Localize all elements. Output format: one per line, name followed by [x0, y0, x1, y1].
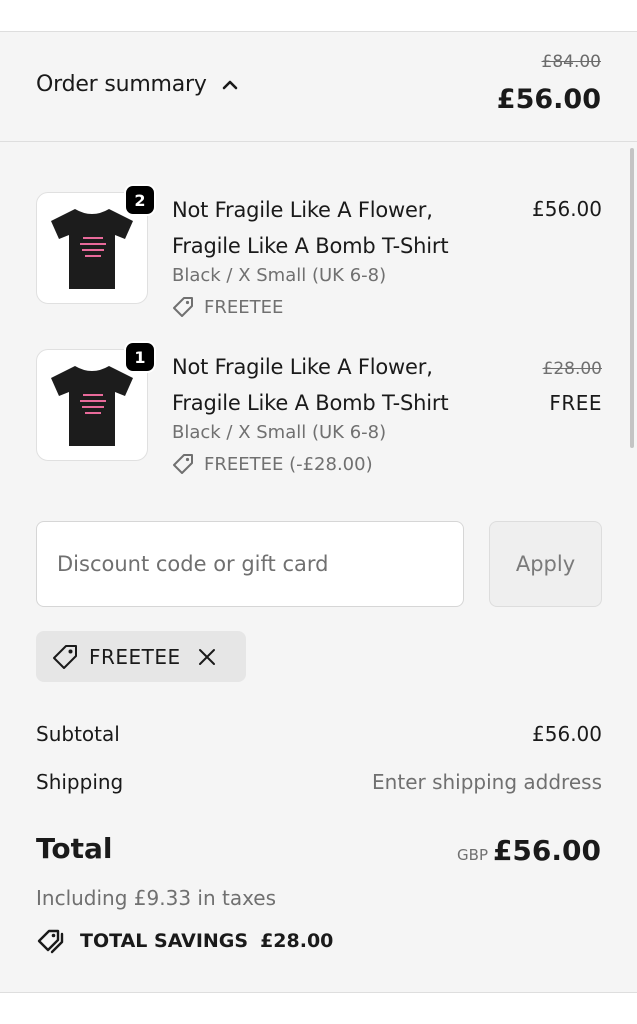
discount-code-input[interactable] — [36, 521, 464, 607]
close-icon — [198, 648, 215, 665]
tag-icon — [53, 644, 77, 669]
item-discount-code: FREETEE — [204, 296, 284, 318]
scrollbar[interactable] — [630, 148, 634, 448]
item-discount-code: FREETEE (-£28.00) — [204, 453, 373, 475]
chevron-up-icon — [222, 80, 238, 89]
item-title: Not Fragile Like A Flower, Fragile Like … — [172, 198, 449, 258]
order-summary-toggle[interactable]: Order summary — [36, 72, 239, 97]
applied-discount-code: FREETEE — [89, 644, 181, 669]
top-bar — [0, 0, 637, 32]
item-price: £56.00 — [532, 197, 602, 221]
line-item: 2 Not Fragile Like A Flower, Fragile Lik… — [36, 184, 602, 322]
total-savings: TOTAL SAVINGS £28.00 — [36, 928, 333, 954]
item-title: Not Fragile Like A Flower, Fragile Like … — [172, 355, 449, 415]
remove-discount-button[interactable] — [197, 647, 217, 667]
item-compare-price: £28.00 — [542, 359, 602, 379]
item-discount: FREETEE (-£28.00) — [172, 453, 373, 475]
tags-icon — [37, 929, 64, 954]
shipping-value: Enter shipping address — [372, 770, 602, 794]
quantity-badge: 1 — [124, 341, 156, 373]
apply-button[interactable]: Apply — [489, 521, 602, 607]
savings-label: TOTAL SAVINGS — [80, 930, 249, 952]
shipping-label: Shipping — [36, 770, 124, 794]
total-label: Total — [36, 832, 113, 865]
tag-icon — [173, 454, 193, 474]
savings-amount: £28.00 — [260, 930, 334, 952]
quantity-badge: 2 — [124, 184, 156, 216]
header-compare-total: £84.00 — [541, 52, 601, 72]
header-total: £56.00 — [496, 84, 601, 115]
order-summary-header: Order summary £84.00 £56.00 — [0, 32, 637, 142]
order-summary-panel: 2 Not Fragile Like A Flower, Fragile Lik… — [0, 142, 637, 993]
item-variant: Black / X Small (UK 6-8) — [172, 422, 387, 443]
total-amount: £56.00 — [492, 834, 601, 867]
shipping-row: Shipping Enter shipping address — [36, 770, 602, 794]
tshirt-image — [51, 366, 133, 446]
item-price: FREE — [549, 391, 602, 415]
tshirt-image — [51, 209, 133, 289]
line-item: 1 Not Fragile Like A Flower, Fragile Lik… — [36, 341, 602, 479]
total-currency: GBP — [457, 846, 488, 864]
subtotal-row: Subtotal £56.00 — [36, 722, 602, 746]
product-thumbnail: 1 — [36, 341, 156, 461]
item-discount: FREETEE — [172, 296, 283, 318]
tag-icon — [173, 297, 193, 317]
order-summary-label: Order summary — [36, 72, 207, 97]
applied-discount-tag: FREETEE — [36, 631, 246, 682]
subtotal-value: £56.00 — [532, 722, 602, 746]
taxes-note: Including £9.33 in taxes — [36, 886, 277, 910]
subtotal-label: Subtotal — [36, 722, 120, 746]
product-thumbnail: 2 — [36, 184, 156, 304]
item-variant: Black / X Small (UK 6-8) — [172, 265, 387, 286]
